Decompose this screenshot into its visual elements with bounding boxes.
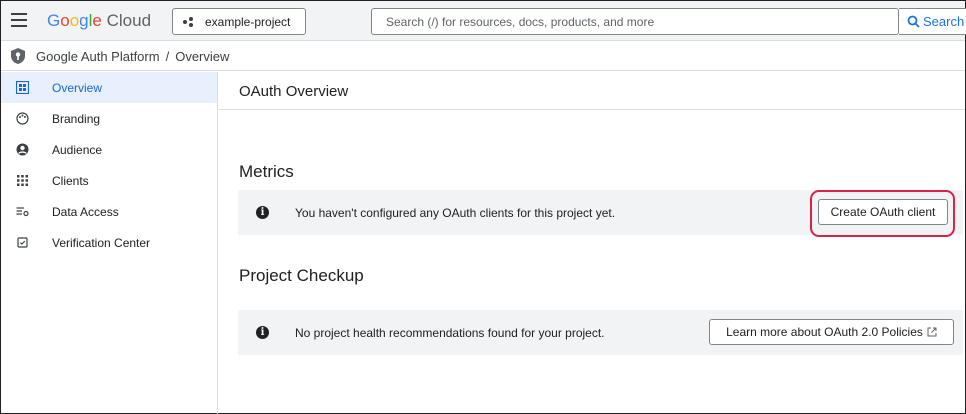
sidebar-item-clients[interactable]: Clients [1,165,217,196]
logo-cloud-text: Cloud [106,11,152,30]
account-circle-icon [16,143,29,156]
metrics-banner: i You haven't configured any OAuth clien… [238,190,963,237]
checkbox-icon [16,236,29,249]
main-content: OAuth Overview Metrics i You haven't con… [219,72,965,414]
menu-icon[interactable] [11,13,27,27]
sidebar-item-audience[interactable]: Audience [1,134,217,165]
sidebar-item-data-access[interactable]: Data Access [1,196,217,227]
google-cloud-logo[interactable]: Google Cloud [47,11,151,31]
search-input[interactable] [372,9,898,34]
page-header: OAuth Overview [219,72,965,110]
sidebar-item-branding[interactable]: Branding [1,103,217,134]
checkup-message: No project health recommendations found … [295,326,605,340]
sidebar-item-label: Verification Center [52,235,151,250]
breadcrumb-bar: Google Auth Platform / Overview [1,41,965,71]
checkup-banner: i No project health recommendations foun… [238,310,963,355]
sidebar-item-label: Data Access [52,204,119,219]
shield-icon [11,48,25,64]
palette-icon [16,112,29,125]
search-icon [907,15,920,28]
search-button-label: Search [923,14,965,29]
breadcrumb-separator: / [165,49,170,64]
info-icon: i [256,326,269,339]
top-app-bar: Google Cloud example-project Search [1,1,966,41]
breadcrumb: Google Auth Platform / Overview [36,49,229,64]
info-icon: i [256,206,269,219]
sidebar-item-label: Overview [52,80,103,95]
project-icon [183,17,195,27]
search-button[interactable]: Search [899,8,966,35]
breadcrumb-item-overview: Overview [175,49,230,64]
grid-icon [16,174,29,187]
external-link-icon [927,327,937,337]
sidebar-item-overview[interactable]: Overview [1,72,217,103]
learn-more-label: Learn more about OAuth 2.0 Policies [726,325,923,339]
sidebar-item-verification-center[interactable]: Verification Center [1,227,217,258]
sidebar-item-label: Branding [52,111,101,126]
logo-google-text: Google [47,11,102,30]
project-checkup-heading: Project Checkup [239,266,364,285]
tune-icon [16,205,29,218]
sidebar-item-label: Audience [52,142,103,157]
learn-more-oauth-policies-button[interactable]: Learn more about OAuth 2.0 Policies [709,319,954,345]
metrics-heading: Metrics [239,162,294,181]
breadcrumb-item-auth-platform[interactable]: Google Auth Platform [36,49,160,64]
sidebar-item-label: Clients [52,173,89,188]
metrics-message: You haven't configured any OAuth clients… [295,206,616,220]
dashboard-icon [16,81,29,94]
project-picker[interactable]: example-project [172,8,306,35]
page-title: OAuth Overview [239,83,349,100]
project-name: example-project [205,15,291,29]
create-oauth-client-button[interactable]: Create OAuth client [818,199,948,225]
sidebar: Overview Branding Audience Clients Data … [1,72,218,414]
search-box [371,8,899,35]
